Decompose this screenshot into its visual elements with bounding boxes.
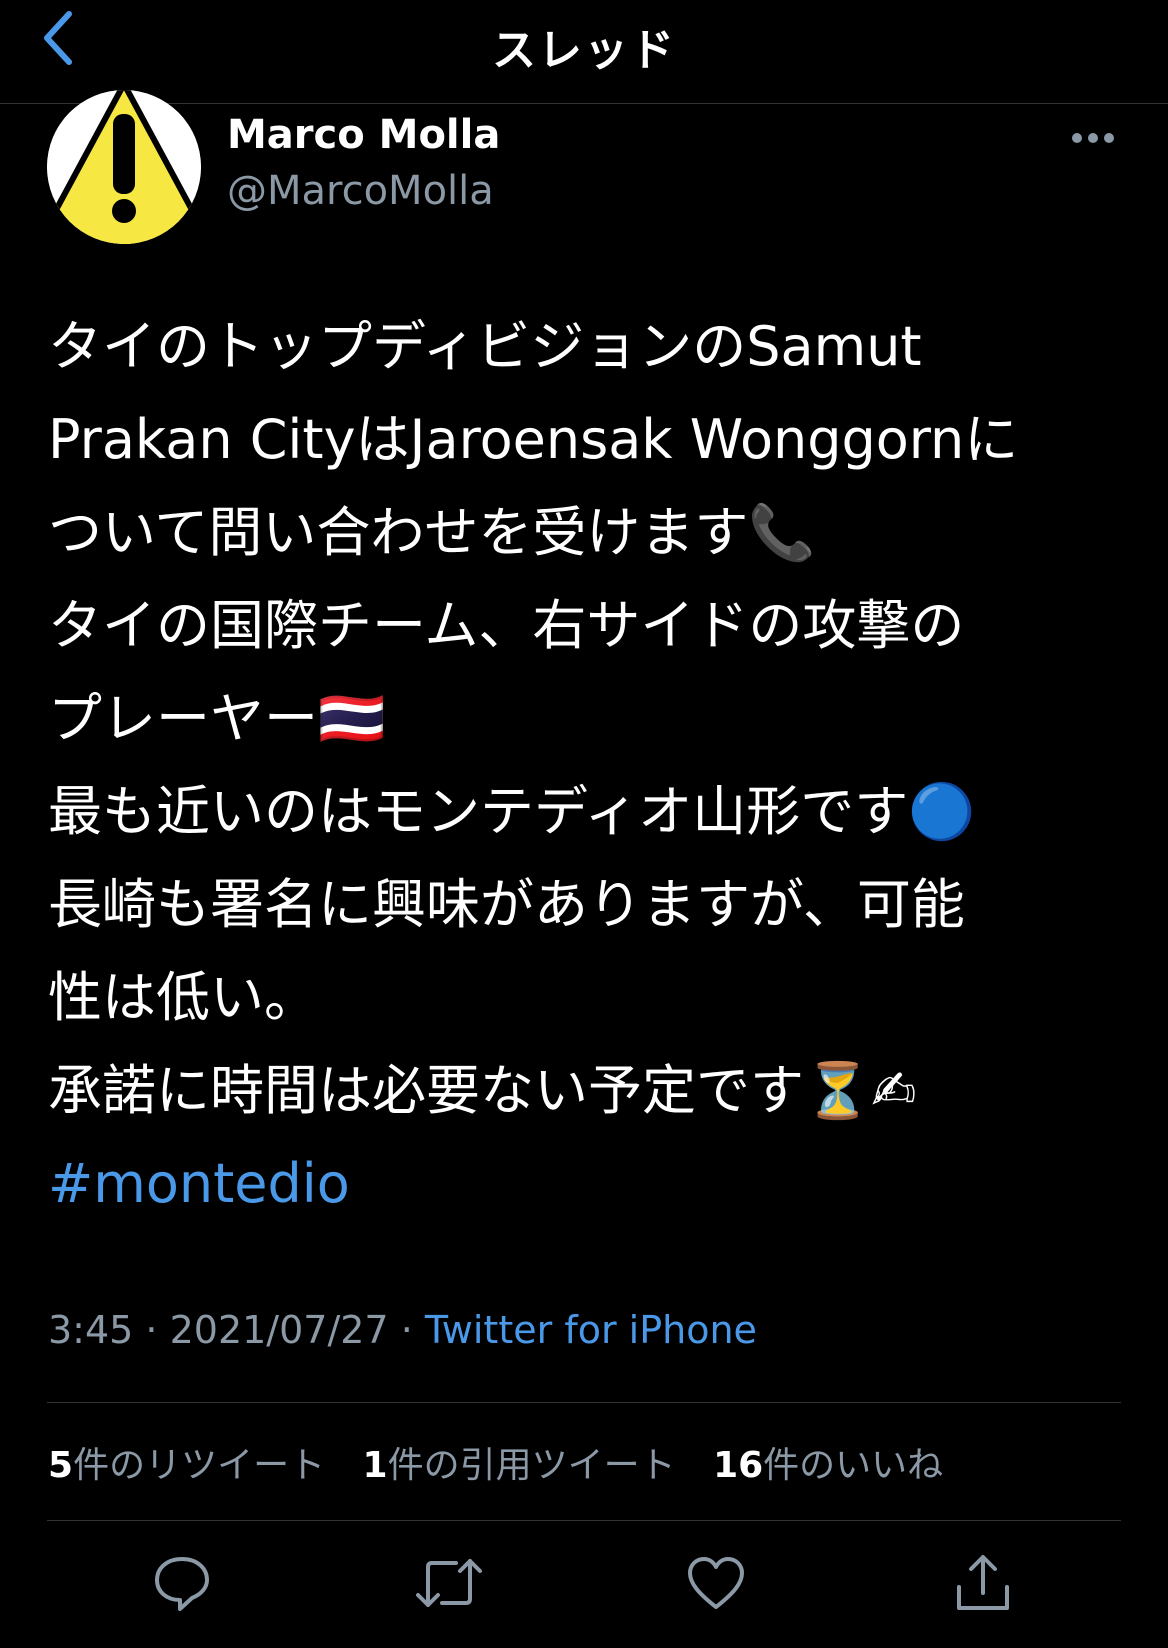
quotes-count: 1 [362,1445,388,1486]
author-name[interactable]: Marco Molla [227,112,500,158]
share-icon [957,1555,1009,1610]
action-bar [0,1548,1168,1618]
quotes-stat[interactable]: 1件の引用ツイート [363,1436,676,1488]
author-handle[interactable]: @MarcoMolla [227,168,494,214]
more-horizontal-icon [1072,133,1114,143]
share-button[interactable] [948,1548,1018,1618]
reply-button[interactable] [147,1548,217,1618]
tweet-time: 3:45 [48,1308,134,1352]
tweet-text-line: ついて問い合わせを受けます📞 [48,501,816,564]
top-bar: スレッド [0,0,1168,104]
likes-label: 件のいいね [763,1445,944,1486]
tweet-date: 2021/07/27 [169,1308,389,1352]
reply-icon [155,1557,209,1611]
tweet-text-line: 長崎も署名に興味がありますが、可能 [48,873,965,936]
tweet-meta: 3:45 · 2021/07/27 · Twitter for iPhone [48,1308,757,1352]
likes-stat[interactable]: 16件のいいね [713,1436,943,1488]
heart-icon [688,1557,744,1609]
retweets-label: 件のリツイート [73,1445,326,1486]
warning-sign-icon [47,90,201,244]
tweet-text-line: 承諾に時間は必要ない予定です⏳✍ [48,1059,917,1122]
tweet-text-line: タイの国際チーム、右サイドの攻撃の [48,594,965,657]
tweet-text-line: 最も近いのはモンテディオ山形です🔵 [48,780,976,843]
retweet-button[interactable] [414,1548,484,1618]
divider [47,1520,1121,1521]
tweet-source-link[interactable]: Twitter for iPhone [425,1308,757,1352]
meta-separator: · [388,1308,425,1352]
like-button[interactable] [681,1548,751,1618]
retweets-count: 5 [48,1445,74,1486]
tweet-text-line: Prakan CityはJaroensak Wonggornに [48,408,1019,471]
more-options-button[interactable] [1068,120,1118,156]
tweet-text-line: プレーヤー🇹🇭 [48,687,386,750]
likes-count: 16 [713,1445,764,1486]
tweet-text-line: タイのトップディビジョンのSamut [48,315,922,378]
meta-separator: · [133,1308,170,1352]
divider [47,1402,1121,1403]
hashtag-link[interactable]: #montedio [48,1137,1128,1230]
tweet-text-line: 性は低い。 [48,966,318,1029]
engagement-stats: 5件のリツイート 1件の引用ツイート 16件のいいね [48,1436,969,1488]
retweets-stat[interactable]: 5件のリツイート [48,1436,325,1488]
avatar[interactable] [47,90,201,244]
page-title: スレッド [492,25,676,76]
quotes-label: 件の引用ツイート [387,1445,676,1486]
tweet-text: タイのトップディビジョンのSamut Prakan CityはJaroensak… [48,300,1128,1230]
retweet-icon [416,1559,482,1607]
